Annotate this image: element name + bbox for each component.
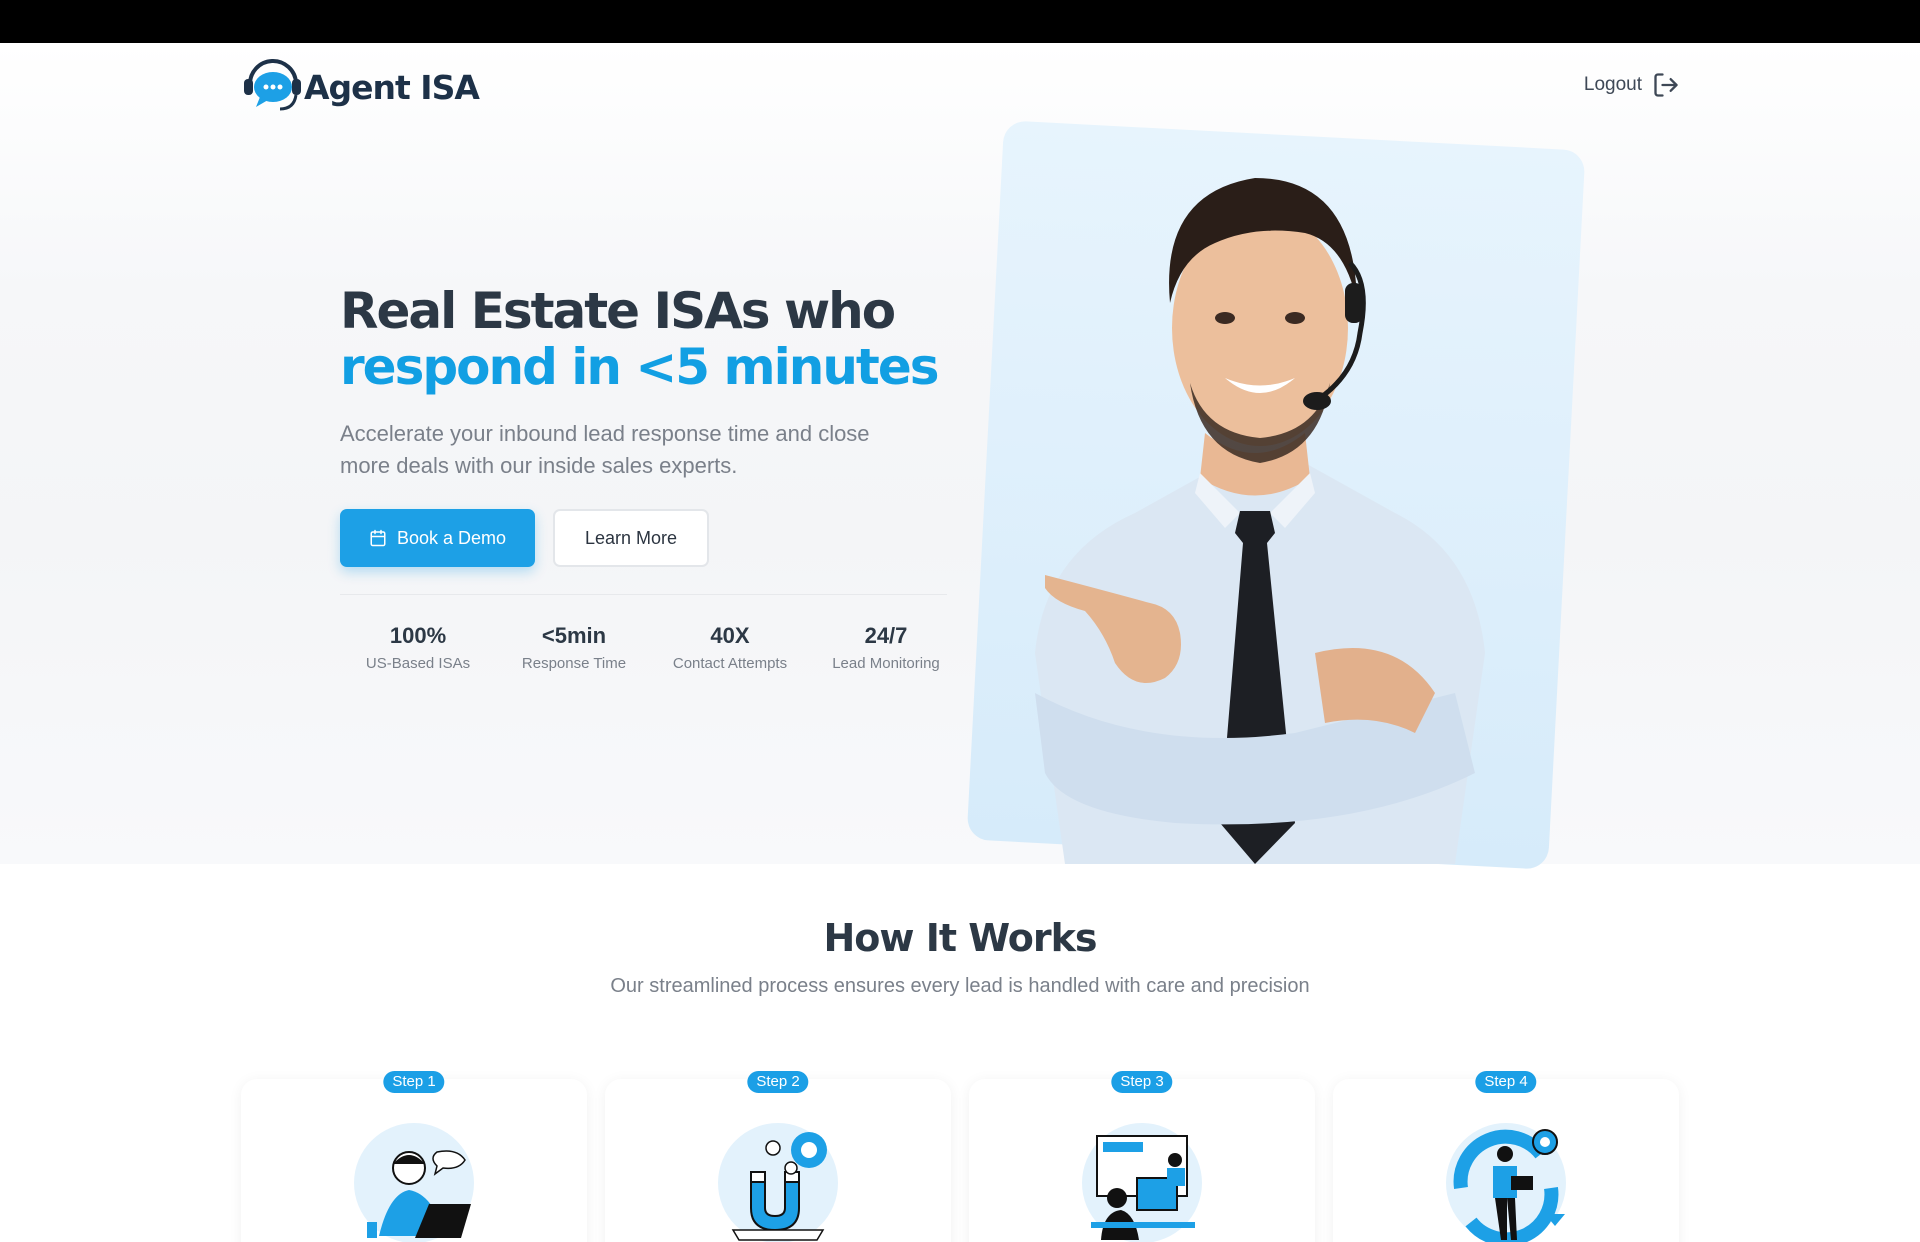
stats-row: 100% US-Based ISAs <5min Response Time 4… — [340, 623, 965, 672]
logout-label: Logout — [1583, 74, 1642, 95]
stat-item: 100% US-Based ISAs — [340, 623, 496, 672]
stat-value: 24/7 — [864, 623, 908, 648]
top-nav: Agent ISA Logout — [240, 57, 1680, 117]
stat-value: 100% — [389, 623, 447, 648]
book-demo-button[interactable]: Book a Demo — [340, 509, 535, 567]
stat-label: Contact Attempts — [672, 655, 788, 672]
hero-subtitle: Accelerate your inbound lead response ti… — [340, 421, 870, 478]
step-badge: Step 1 — [383, 1071, 445, 1093]
logout-button[interactable]: Logout — [1584, 71, 1680, 99]
hero-headline: Real Estate ISAs who respond in <5 minut… — [340, 283, 980, 395]
headline-line-2: respond in <5 minutes — [340, 338, 940, 396]
browser-top-bar — [0, 0, 1920, 43]
section-subtitle: Our streamlined process ensures every le… — [610, 975, 1310, 997]
stat-label: Lead Monitoring — [832, 655, 940, 672]
brand-name: Agent ISA — [304, 67, 480, 107]
stat-value: <5min — [541, 623, 607, 648]
steps-grid: Step 1 Step 2 Step 3 Step 4 — [241, 1038, 1679, 1242]
chat-headset-icon — [244, 58, 301, 111]
headline-line-1: Real Estate ISAs who — [340, 282, 896, 340]
learn-more-label: Learn More — [584, 527, 678, 548]
logo[interactable]: Agent ISA — [240, 57, 480, 117]
hero-agent-photo — [1035, 178, 1485, 864]
step-badge: Step 3 — [1111, 1071, 1173, 1093]
section-title: How It Works — [823, 916, 1097, 960]
stat-label: US-Based ISAs — [365, 655, 471, 672]
cycle-gears-illustration — [1446, 1123, 1566, 1242]
desk-workers-illustration — [1082, 1123, 1202, 1242]
stat-item: 40X Contact Attempts — [652, 623, 808, 672]
person-laptop-illustration — [354, 1123, 474, 1242]
stat-item: 24/7 Lead Monitoring — [808, 623, 964, 672]
calendar-icon — [370, 529, 386, 547]
page: Agent ISA Logout Real Estate ISAs who re… — [0, 43, 1920, 1242]
divider — [340, 594, 947, 595]
hero-section — [0, 43, 1920, 864]
learn-more-button[interactable]: Learn More — [553, 509, 709, 567]
stat-value: 40X — [710, 623, 750, 648]
magnet-leads-illustration — [718, 1123, 838, 1242]
step-badge: Step 4 — [1475, 1071, 1537, 1093]
logout-icon — [1654, 73, 1678, 97]
stat-label: Response Time — [521, 655, 627, 672]
step-badge: Step 2 — [747, 1071, 809, 1093]
book-demo-label: Book a Demo — [396, 527, 507, 548]
stat-item: <5min Response Time — [496, 623, 652, 672]
